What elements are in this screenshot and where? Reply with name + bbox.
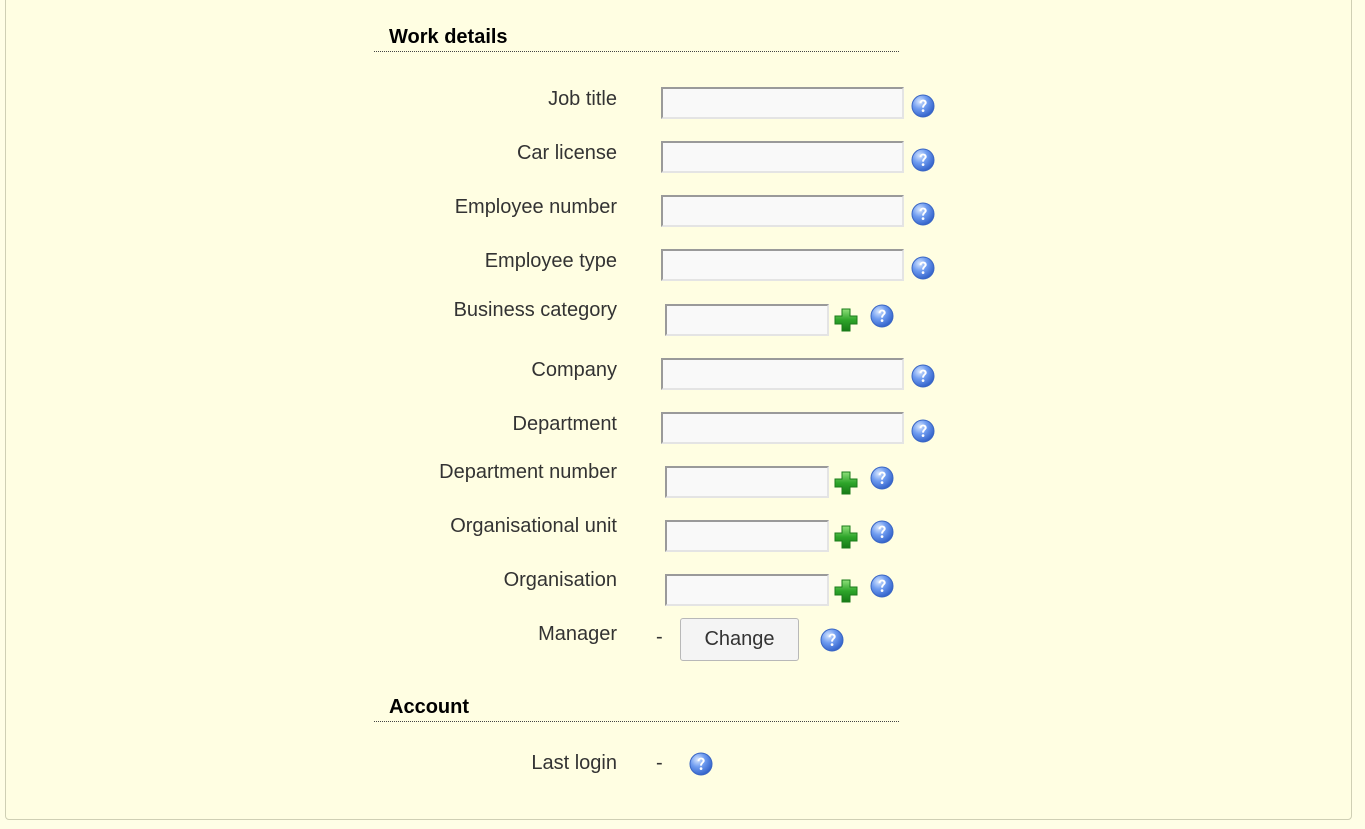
job-title-input[interactable] [661,87,904,119]
label-organisational-unit: Organisational unit [450,515,617,537]
label-manager: Manager [538,623,617,645]
employee-type-input[interactable] [661,249,904,281]
add-plus-icon[interactable] [833,307,859,333]
help-icon[interactable] [870,466,894,490]
label-employee-type: Employee type [484,250,617,272]
department-number-input[interactable] [665,466,829,498]
label-car-license: Car license [516,142,617,164]
section-title-work-details: Work details [374,26,899,52]
help-icon[interactable] [870,574,894,598]
department-input[interactable] [661,412,904,444]
last-login-value: - [656,752,663,774]
label-company: Company [531,359,617,381]
add-plus-icon[interactable] [833,578,859,604]
company-input[interactable] [661,358,904,390]
car-license-input[interactable] [661,141,904,173]
label-job-title: Job title [548,88,617,110]
help-icon[interactable] [911,256,935,280]
change-manager-button[interactable]: Change [680,618,799,661]
add-plus-icon[interactable] [833,470,859,496]
help-icon[interactable] [870,304,894,328]
employee-number-input[interactable] [661,195,904,227]
help-icon[interactable] [870,520,894,544]
help-icon[interactable] [689,752,713,776]
help-icon[interactable] [911,419,935,443]
section-title-account: Account [374,696,899,722]
label-business-category: Business category [453,299,617,321]
label-organisation: Organisation [503,569,617,591]
manager-value: - [656,626,663,648]
organisational-unit-input[interactable] [665,520,829,552]
help-icon[interactable] [911,364,935,388]
help-icon[interactable] [820,628,844,652]
label-department: Department [512,413,618,435]
label-employee-number: Employee number [454,196,617,218]
help-icon[interactable] [911,94,935,118]
organisation-input[interactable] [665,574,829,606]
help-icon[interactable] [911,148,935,172]
help-icon[interactable] [911,202,935,226]
label-department-number: Department number [439,461,617,483]
label-last-login: Last login [531,752,617,774]
add-plus-icon[interactable] [833,524,859,550]
business-category-input[interactable] [665,304,829,336]
